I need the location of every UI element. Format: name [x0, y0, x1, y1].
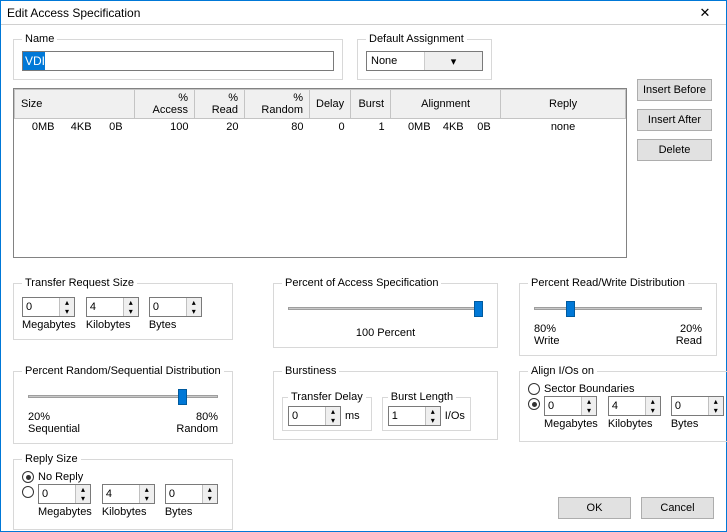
pct-rw-slider[interactable] [534, 299, 702, 321]
cell-alignment: 0MB 4KB 0B [391, 119, 501, 136]
pct-access-slider[interactable] [288, 299, 483, 321]
pct-access-value: 100 Percent [282, 327, 489, 339]
burst-length-group: Burst Length ▴▾I/Os [382, 391, 471, 431]
burstiness-fieldset: Burstiness Transfer Delay ▴▾ms Burst Len… [273, 365, 498, 440]
pct-rs-fieldset: Percent Random/Sequential Distribution 2… [13, 365, 233, 444]
align-sector-radio[interactable]: Sector Boundaries [528, 383, 724, 395]
spec-table[interactable]: Size % Access % Read % Random Delay Burs… [13, 88, 627, 258]
ok-button[interactable]: OK [558, 497, 631, 519]
default-assignment-value: None [367, 55, 424, 67]
col-access[interactable]: % Access [135, 90, 195, 119]
reply-kb-spinner[interactable]: ▴▾ [102, 484, 155, 504]
pct-rs-slider[interactable] [28, 387, 218, 409]
align-fieldset: Align I/Os on Sector Boundaries ▴▾Megaby… [519, 365, 727, 442]
transfer-size-legend: Transfer Request Size [22, 277, 137, 289]
burst-length-spinner[interactable]: ▴▾ [388, 406, 441, 426]
pct-access-legend: Percent of Access Specification [282, 277, 441, 289]
table-row[interactable]: 0MB 4KB 0B 100 20 80 0 1 0MB 4KB 0B none [15, 119, 626, 136]
name-legend: Name [22, 33, 57, 45]
col-read[interactable]: % Read [195, 90, 245, 119]
reply-fieldset: Reply Size No Reply ▴▾Megabytes ▴▾Kiloby… [13, 453, 233, 530]
col-delay[interactable]: Delay [310, 90, 351, 119]
reply-legend: Reply Size [22, 453, 81, 465]
transfer-mb-spinner[interactable]: ▴▾ [22, 297, 75, 317]
window-title: Edit Access Specification [7, 6, 690, 20]
pct-rw-fieldset: Percent Read/Write Distribution 80%Write… [519, 277, 717, 356]
col-random[interactable]: % Random [245, 90, 310, 119]
cell-size: 0MB 4KB 0B [15, 119, 135, 136]
name-fieldset: Name [13, 33, 343, 80]
close-icon[interactable]: ✕ [690, 5, 720, 21]
cell-random: 80 [245, 119, 310, 136]
cell-delay: 0 [310, 119, 351, 136]
reply-noreply-radio[interactable]: No Reply [22, 471, 224, 483]
reply-mb-spinner[interactable]: ▴▾ [38, 484, 91, 504]
col-alignment[interactable]: Alignment [391, 90, 501, 119]
col-burst[interactable]: Burst [351, 90, 391, 119]
insert-after-button[interactable]: Insert After [637, 109, 712, 131]
transfer-delay-group: Transfer Delay ▴▾ms [282, 391, 372, 431]
transfer-b-spinner[interactable]: ▴▾ [149, 297, 202, 317]
cell-access: 100 [135, 119, 195, 136]
pct-rw-legend: Percent Read/Write Distribution [528, 277, 688, 289]
col-reply[interactable]: Reply [501, 90, 626, 119]
burstiness-legend: Burstiness [282, 365, 339, 377]
default-assignment-select[interactable]: None ▾ [366, 51, 483, 71]
transfer-kb-spinner[interactable]: ▴▾ [86, 297, 139, 317]
transfer-size-fieldset: Transfer Request Size ▴▾Megabytes ▴▾Kilo… [13, 277, 233, 340]
align-legend: Align I/Os on [528, 365, 597, 377]
align-mb-spinner[interactable]: ▴▾ [544, 396, 597, 416]
delete-button[interactable]: Delete [637, 139, 712, 161]
cancel-button[interactable]: Cancel [641, 497, 714, 519]
col-size[interactable]: Size [15, 90, 135, 119]
default-assignment-legend: Default Assignment [366, 33, 467, 45]
table-header-row: Size % Access % Read % Random Delay Burs… [15, 90, 626, 119]
insert-before-button[interactable]: Insert Before [637, 79, 712, 101]
chevron-down-icon: ▾ [424, 52, 482, 70]
cell-reply: none [501, 119, 626, 136]
cell-read: 20 [195, 119, 245, 136]
name-input[interactable] [22, 51, 334, 71]
align-kb-spinner[interactable]: ▴▾ [608, 396, 661, 416]
cell-burst: 1 [351, 119, 391, 136]
align-b-spinner[interactable]: ▴▾ [671, 396, 724, 416]
reply-size-radio[interactable]: ▴▾Megabytes ▴▾Kilobytes ▴▾Bytes [22, 486, 224, 518]
pct-rs-legend: Percent Random/Sequential Distribution [22, 365, 224, 377]
transfer-delay-spinner[interactable]: ▴▾ [288, 406, 341, 426]
pct-access-fieldset: Percent of Access Specification 100 Perc… [273, 277, 498, 348]
default-assignment-fieldset: Default Assignment None ▾ [357, 33, 492, 80]
reply-b-spinner[interactable]: ▴▾ [165, 484, 218, 504]
align-bytes-radio[interactable]: ▴▾Megabytes ▴▾Kilobytes ▴▾Bytes [528, 398, 724, 430]
titlebar: Edit Access Specification ✕ [1, 1, 726, 25]
